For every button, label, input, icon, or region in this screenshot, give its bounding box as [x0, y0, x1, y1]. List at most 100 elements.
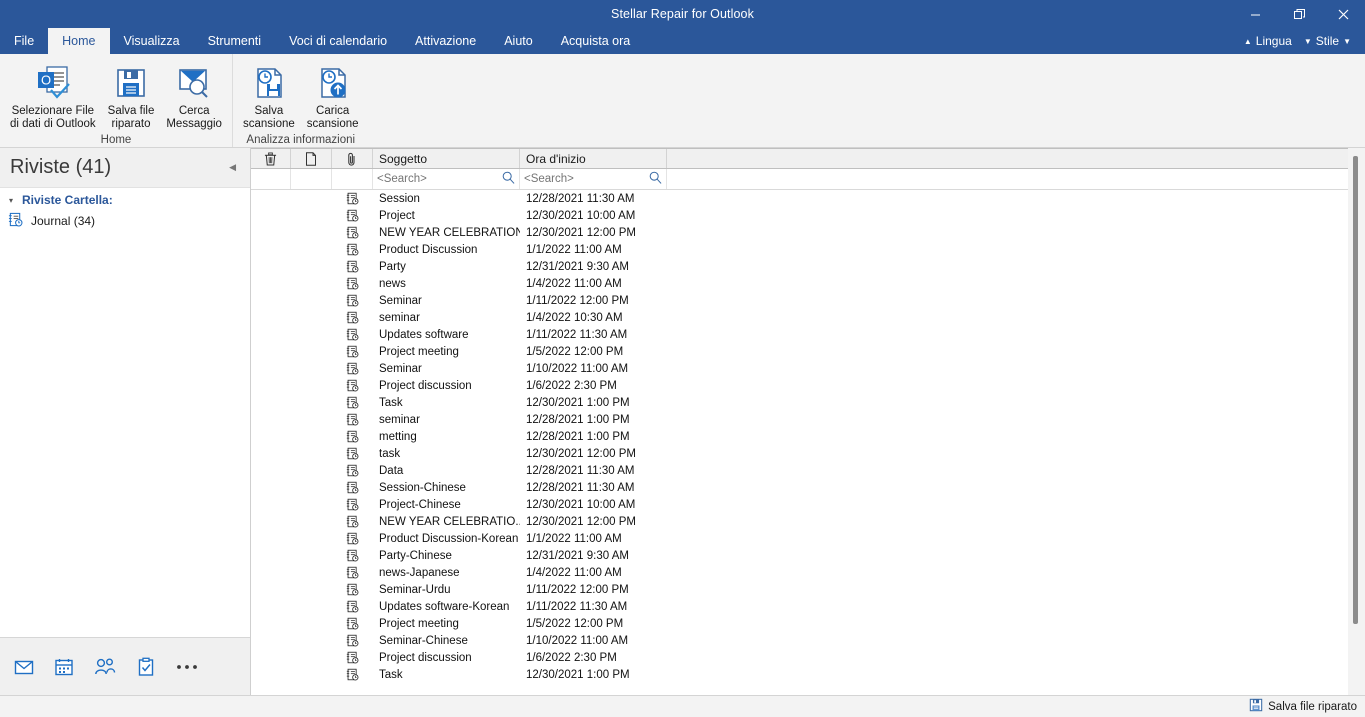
- row-delete-cell[interactable]: [251, 445, 291, 462]
- style-menu[interactable]: ▼ Stile ▼: [1298, 28, 1357, 54]
- row-delete-cell[interactable]: [251, 241, 291, 258]
- row-delete-cell[interactable]: [251, 411, 291, 428]
- row-delete-cell[interactable]: [251, 598, 291, 615]
- search-icon-2[interactable]: [649, 171, 662, 187]
- load-scan-button[interactable]: Carica scansione: [301, 60, 365, 133]
- table-row[interactable]: Project meeting 1/5/2022 12:00 PM: [251, 615, 1348, 632]
- row-delete-cell[interactable]: [251, 666, 291, 683]
- row-delete-cell[interactable]: [251, 309, 291, 326]
- table-row[interactable]: Project discussion 1/6/2022 2:30 PM: [251, 377, 1348, 394]
- row-delete-cell[interactable]: [251, 292, 291, 309]
- status-save-repaired-file[interactable]: Salva file riparato: [1249, 698, 1357, 715]
- table-row[interactable]: Updates software 1/11/2022 11:30 AM: [251, 326, 1348, 343]
- table-row[interactable]: Task 12/30/2021 1:00 PM: [251, 666, 1348, 683]
- table-row[interactable]: Seminar 1/11/2022 12:00 PM: [251, 292, 1348, 309]
- table-row[interactable]: NEW YEAR CELEBRATION 12/30/2021 12:00 PM: [251, 224, 1348, 241]
- menu-item-strumenti[interactable]: Strumenti: [194, 28, 276, 54]
- menu-item-home[interactable]: Home: [48, 28, 110, 54]
- table-row[interactable]: Seminar 1/10/2022 11:00 AM: [251, 360, 1348, 377]
- table-row[interactable]: metting 12/28/2021 1:00 PM: [251, 428, 1348, 445]
- menu-item-file[interactable]: File: [0, 28, 48, 54]
- table-row[interactable]: Session-Chinese 12/28/2021 11:30 AM: [251, 479, 1348, 496]
- row-delete-cell[interactable]: [251, 326, 291, 343]
- row-delete-cell[interactable]: [251, 649, 291, 666]
- select-outlook-data-file-button[interactable]: O Selezionare File di dati di Outlook: [4, 60, 102, 133]
- table-row[interactable]: Seminar-Urdu 1/11/2022 12:00 PM: [251, 581, 1348, 598]
- table-row[interactable]: Product Discussion 1/1/2022 11:00 AM: [251, 241, 1348, 258]
- table-row[interactable]: news-Japanese 1/4/2022 11:00 AM: [251, 564, 1348, 581]
- row-delete-cell[interactable]: [251, 547, 291, 564]
- row-delete-cell[interactable]: [251, 632, 291, 649]
- table-row[interactable]: Project meeting 1/5/2022 12:00 PM: [251, 343, 1348, 360]
- table-row[interactable]: Project discussion 1/6/2022 2:30 PM: [251, 649, 1348, 666]
- table-row[interactable]: Task 12/30/2021 1:00 PM: [251, 394, 1348, 411]
- close-button[interactable]: [1321, 0, 1365, 28]
- row-delete-cell[interactable]: [251, 360, 291, 377]
- restore-button[interactable]: [1277, 0, 1321, 28]
- row-delete-cell[interactable]: [251, 513, 291, 530]
- table-row[interactable]: Project 12/30/2021 10:00 AM: [251, 207, 1348, 224]
- column-header-document[interactable]: [291, 149, 332, 168]
- tasks-icon[interactable]: [136, 657, 156, 677]
- row-delete-cell[interactable]: [251, 207, 291, 224]
- table-row[interactable]: Party-Chinese 12/31/2021 9:30 AM: [251, 547, 1348, 564]
- calendar-icon[interactable]: [54, 657, 74, 677]
- language-menu[interactable]: ▲ Lingua: [1238, 28, 1298, 54]
- table-row[interactable]: Seminar-Chinese 1/10/2022 11:00 AM: [251, 632, 1348, 649]
- column-header-start-time[interactable]: Ora d'inizio: [520, 149, 667, 168]
- row-delete-cell[interactable]: [251, 224, 291, 241]
- table-row[interactable]: Updates software-Korean 1/11/2022 11:30 A…: [251, 598, 1348, 615]
- table-row[interactable]: Project-Chinese 12/30/2021 10:00 AM: [251, 496, 1348, 513]
- row-delete-cell[interactable]: [251, 377, 291, 394]
- row-subject-cell: Updates software: [379, 328, 469, 341]
- find-message-button[interactable]: Cerca Messaggio: [160, 60, 228, 133]
- row-delete-cell[interactable]: [251, 428, 291, 445]
- more-icon[interactable]: [176, 663, 198, 671]
- table-row[interactable]: seminar 12/28/2021 1:00 PM: [251, 411, 1348, 428]
- row-delete-cell[interactable]: [251, 190, 291, 207]
- row-delete-cell[interactable]: [251, 564, 291, 581]
- scrollbar-thumb[interactable]: [1353, 156, 1358, 624]
- row-delete-cell[interactable]: [251, 479, 291, 496]
- save-repaired-file-button[interactable]: Salva file riparato: [102, 60, 161, 133]
- column-header-empty[interactable]: [667, 149, 1348, 168]
- column-header-delete[interactable]: [251, 149, 291, 168]
- start-time-search-input[interactable]: [524, 173, 634, 185]
- minimize-button[interactable]: [1233, 0, 1277, 28]
- search-cell-start-time[interactable]: [520, 169, 667, 189]
- row-delete-cell[interactable]: [251, 530, 291, 547]
- collapse-panel-icon[interactable]: ◀: [225, 158, 240, 177]
- row-delete-cell[interactable]: [251, 343, 291, 360]
- row-delete-cell[interactable]: [251, 275, 291, 292]
- column-header-subject[interactable]: Soggetto: [373, 149, 520, 168]
- menu-item-attivazione[interactable]: Attivazione: [401, 28, 490, 54]
- row-delete-cell[interactable]: [251, 496, 291, 513]
- search-icon[interactable]: [502, 171, 515, 187]
- table-row[interactable]: Data 12/28/2021 11:30 AM: [251, 462, 1348, 479]
- save-scan-button[interactable]: Salva scansione: [237, 60, 301, 133]
- menu-item-voci-di-calendario[interactable]: Voci di calendario: [275, 28, 401, 54]
- row-delete-cell[interactable]: [251, 394, 291, 411]
- vertical-scrollbar[interactable]: [1348, 148, 1365, 695]
- table-row[interactable]: NEW YEAR CELEBRATIO... 12/30/2021 12:00 P…: [251, 513, 1348, 530]
- menu-item-aiuto[interactable]: Aiuto: [490, 28, 547, 54]
- search-cell-subject[interactable]: [373, 169, 520, 189]
- sidebar-item-journal[interactable]: Journal (34): [0, 209, 250, 233]
- table-row[interactable]: Session 12/28/2021 11:30 AM: [251, 190, 1348, 207]
- row-delete-cell[interactable]: [251, 615, 291, 632]
- table-row[interactable]: news 1/4/2022 11:00 AM: [251, 275, 1348, 292]
- table-row[interactable]: Product Discussion-Korean 1/1/2022 11:00 …: [251, 530, 1348, 547]
- row-delete-cell[interactable]: [251, 258, 291, 275]
- row-delete-cell[interactable]: [251, 581, 291, 598]
- table-row[interactable]: Party 12/31/2021 9:30 AM: [251, 258, 1348, 275]
- people-icon[interactable]: [94, 657, 116, 677]
- menu-item-visualizza[interactable]: Visualizza: [110, 28, 194, 54]
- table-row[interactable]: seminar 1/4/2022 10:30 AM: [251, 309, 1348, 326]
- menu-item-acquista-ora[interactable]: Acquista ora: [547, 28, 644, 54]
- mail-icon[interactable]: [14, 657, 34, 677]
- row-delete-cell[interactable]: [251, 462, 291, 479]
- sidebar-item-riviste-cartella[interactable]: ▾ Riviste Cartella:: [0, 191, 250, 209]
- subject-search-input[interactable]: [377, 173, 487, 185]
- table-row[interactable]: task 12/30/2021 12:00 PM: [251, 445, 1348, 462]
- column-header-attachment[interactable]: [332, 149, 373, 168]
